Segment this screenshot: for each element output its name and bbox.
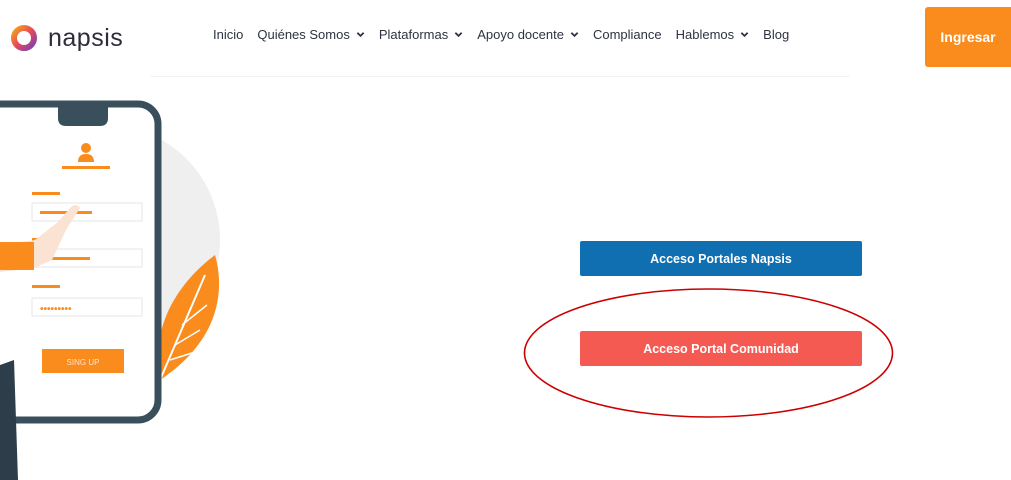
nav-item-label: Quiénes Somos bbox=[257, 27, 350, 42]
nav-item-label: Blog bbox=[763, 27, 790, 42]
nav-item-label: Inicio bbox=[213, 27, 244, 42]
nav-item-blog[interactable]: Blog bbox=[763, 27, 789, 42]
nav-item-label: Hablemos bbox=[675, 27, 735, 42]
chevron-down-icon bbox=[356, 32, 365, 38]
nav-item-compliance[interactable]: Compliance bbox=[593, 27, 662, 42]
password-mask: ••••••••• bbox=[40, 304, 72, 315]
phone-notch bbox=[58, 104, 108, 126]
ingresar-button[interactable]: Ingresar bbox=[925, 7, 1011, 67]
main-nav: Inicio Quiénes Somos Plataformas Apoyo d… bbox=[213, 27, 803, 42]
nav-item-label: Apoyo docente bbox=[477, 27, 564, 42]
nav-item-hablemos[interactable]: Hablemos bbox=[676, 27, 750, 42]
site-header: napsis Inicio Quiénes Somos Plataformas … bbox=[0, 0, 1011, 76]
acceso-portal-comunidad-button[interactable]: Acceso Portal Comunidad bbox=[580, 331, 862, 366]
phone-signup-illustration: ••••••••• SING UP bbox=[0, 100, 220, 480]
brand-name: napsis bbox=[48, 23, 124, 52]
signup-label: SING UP bbox=[67, 358, 100, 367]
nav-item-inicio[interactable]: Inicio bbox=[213, 27, 243, 42]
nav-item-quienes-somos[interactable]: Quiénes Somos bbox=[257, 27, 365, 42]
nav-item-apoyo-docente[interactable]: Apoyo docente bbox=[477, 27, 579, 42]
chevron-down-icon bbox=[740, 32, 749, 38]
napsis-logo[interactable]: napsis bbox=[10, 22, 123, 54]
chevron-down-icon bbox=[570, 32, 579, 38]
nav-item-label: Compliance bbox=[592, 27, 662, 42]
napsis-logo-icon bbox=[11, 25, 37, 51]
chevron-down-icon bbox=[454, 32, 463, 38]
header-divider bbox=[150, 76, 850, 77]
acceso-portales-napsis-button[interactable]: Acceso Portales Napsis bbox=[580, 241, 862, 276]
nav-item-label: Plataformas bbox=[378, 27, 449, 42]
nav-item-plataformas[interactable]: Plataformas bbox=[379, 27, 463, 42]
